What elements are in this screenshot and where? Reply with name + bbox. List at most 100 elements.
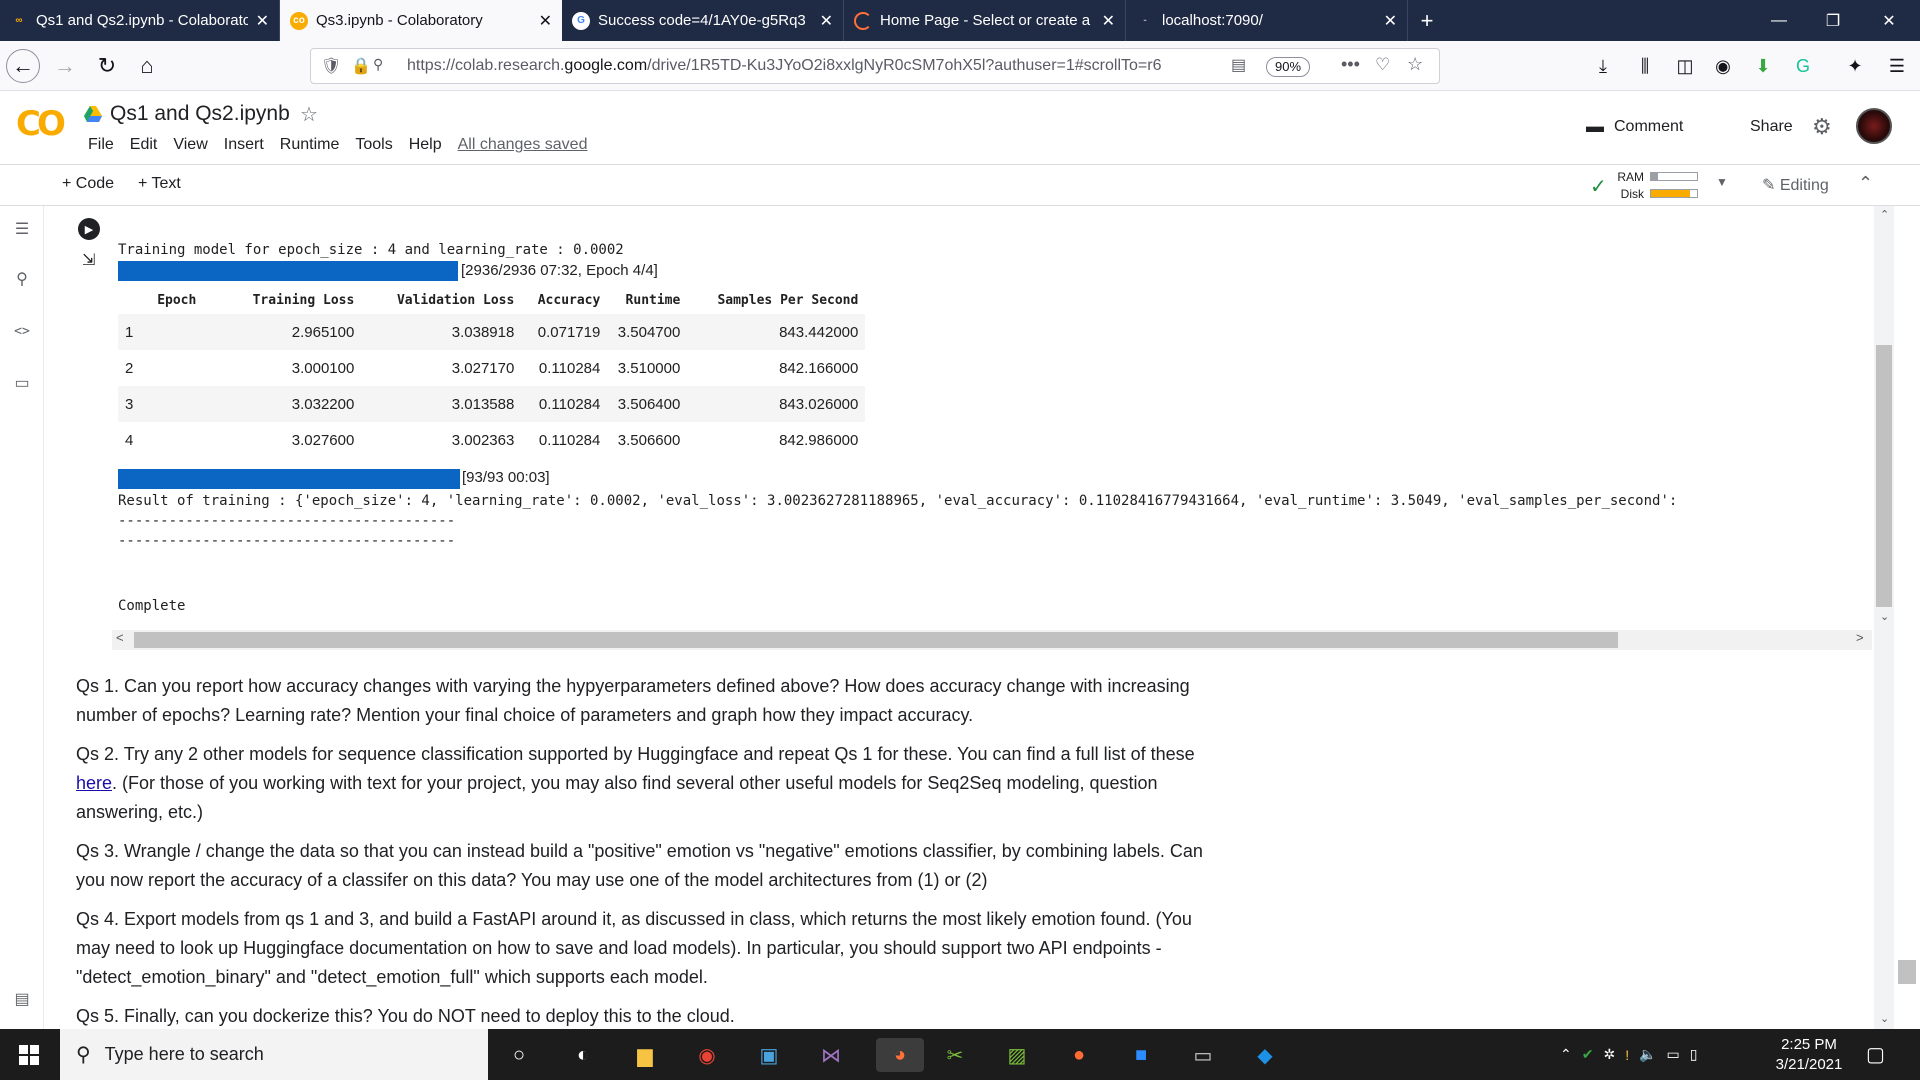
add-code-button[interactable]: + Code <box>62 175 114 193</box>
shield-icon[interactable]: 🛡 <box>321 56 341 76</box>
firefox-icon[interactable]: ◕ <box>876 1038 924 1072</box>
volume-icon[interactable]: 🔈 <box>1639 1046 1656 1063</box>
reader-view-icon[interactable]: ▤ <box>1231 55 1246 75</box>
folder-icon[interactable]: ▭ <box>11 372 33 394</box>
security-check-icon[interactable]: ✔ <box>1582 1046 1594 1063</box>
menu-tools[interactable]: Tools <box>347 136 400 154</box>
close-icon[interactable]: ✕ <box>256 11 269 31</box>
run-cell-button[interactable]: ▶ <box>78 218 100 240</box>
settings-tray-icon[interactable]: ✲ <box>1603 1046 1615 1063</box>
share-button[interactable]: Share <box>1750 118 1793 136</box>
grammarly-icon[interactable]: G <box>1788 51 1818 81</box>
tab-qs1-qs2[interactable]: ∞ Qs1 and Qs2.ipynb - Colaboratory ✕ <box>0 0 280 41</box>
snipping-tool-icon[interactable]: ✂ <box>938 1038 972 1072</box>
remote-desktop-icon[interactable]: ▣ <box>752 1038 786 1072</box>
zoom-icon[interactable]: ■ <box>1124 1038 1158 1072</box>
close-icon[interactable]: ✕ <box>539 11 552 31</box>
restore-icon[interactable]: ❐ <box>1810 0 1856 41</box>
tab-success-code[interactable]: G Success code=4/1AY0e-g5Rq3 ✕ <box>562 0 844 41</box>
menu-icon[interactable]: ☰ <box>1882 51 1912 81</box>
comment-button[interactable]: ▬ Comment <box>1586 116 1683 137</box>
tab-home-page[interactable]: Home Page - Select or create a ✕ <box>844 0 1126 41</box>
tab-localhost[interactable]: - localhost:7090/ ✕ <box>1126 0 1408 41</box>
menu-runtime[interactable]: Runtime <box>272 136 348 154</box>
network-icon[interactable]: ▭ <box>1667 1046 1680 1063</box>
colab-logo[interactable]: CO <box>16 104 66 144</box>
markdown-cell[interactable]: Qs 1. Can you report how accuracy change… <box>76 672 1216 1041</box>
models-list-link[interactable]: here <box>76 773 112 793</box>
window-close-icon[interactable]: ✕ <box>1866 0 1912 41</box>
terminal-app-icon[interactable]: ▭ <box>1186 1038 1220 1072</box>
notebook-title[interactable]: Qs1 and Qs2.ipynb <box>110 102 290 126</box>
chrome-icon[interactable]: ◉ <box>690 1038 724 1072</box>
table-of-contents-icon[interactable]: ☰ <box>11 218 33 240</box>
menu-view[interactable]: View <box>165 136 215 154</box>
extension-incognito-icon[interactable]: ◉ <box>1708 51 1738 81</box>
alert-icon[interactable]: ! <box>1625 1047 1629 1063</box>
avatar[interactable] <box>1856 108 1892 144</box>
permissions-icon[interactable]: ⚲ <box>373 56 383 73</box>
scrollbar-thumb[interactable] <box>1876 345 1892 607</box>
back-arrow-icon[interactable]: ← <box>6 49 40 83</box>
visual-studio-icon[interactable]: ⋈ <box>814 1038 848 1072</box>
address-bar[interactable]: 🛡 🔒 ⚲ https://colab.research.google.com/… <box>310 48 1440 84</box>
scroll-up-icon[interactable]: ⌃ <box>1880 208 1889 221</box>
notifications-icon[interactable]: ▢ <box>1866 1042 1885 1067</box>
close-icon[interactable]: ✕ <box>1102 11 1115 31</box>
zoom-level-badge[interactable]: 90% <box>1266 57 1311 77</box>
ram-bar <box>1650 172 1698 181</box>
lock-icon[interactable]: 🔒 <box>351 56 371 76</box>
docker-icon[interactable]: ◆ <box>1248 1038 1282 1072</box>
taskbar-search-input[interactable]: ⚲ Type here to search <box>60 1029 488 1080</box>
gear-icon[interactable]: ⚙ <box>1812 114 1832 140</box>
scroll-left-icon[interactable]: < <box>116 630 124 645</box>
sidebar-icon[interactable]: ◫ <box>1670 51 1700 81</box>
resources-indicator[interactable]: RAM Disk <box>1590 168 1698 202</box>
reload-icon[interactable]: ↻ <box>90 49 124 83</box>
drive-icon[interactable] <box>84 106 102 122</box>
chevron-down-icon[interactable]: ▼ <box>1716 175 1728 189</box>
menu-insert[interactable]: Insert <box>216 136 272 154</box>
extensions-icon[interactable]: ✦ <box>1840 51 1870 81</box>
terminal-icon[interactable]: ▤ <box>11 988 33 1010</box>
windows-start-icon[interactable] <box>0 1029 58 1080</box>
add-text-button[interactable]: + Text <box>138 175 181 193</box>
scrollbar-thumb[interactable] <box>134 632 1618 648</box>
postman-icon[interactable]: ● <box>1062 1038 1096 1072</box>
tab-qs3[interactable]: co Qs3.ipynb - Colaboratory ✕ <box>280 0 562 41</box>
scroll-down-icon[interactable]: ⌄ <box>1880 1012 1889 1025</box>
editing-button[interactable]: ✎ Editing <box>1762 175 1829 195</box>
menu-file[interactable]: File <box>80 136 122 154</box>
anaconda-icon[interactable]: ◐ <box>566 1038 600 1072</box>
cortana-icon[interactable]: ○ <box>502 1038 536 1072</box>
bookmark-star-icon[interactable]: ☆ <box>1407 54 1423 75</box>
battery-icon[interactable]: ▯ <box>1690 1046 1698 1063</box>
menu-help[interactable]: Help <box>401 136 450 154</box>
save-status[interactable]: All changes saved <box>458 136 588 154</box>
pocket-icon[interactable]: ♡ <box>1375 55 1390 75</box>
download-icon[interactable]: ⤓ <box>1588 51 1618 81</box>
menu-edit[interactable]: Edit <box>122 136 166 154</box>
chevron-up-icon[interactable]: ⌃ <box>1560 1046 1572 1063</box>
close-icon[interactable]: ✕ <box>1384 11 1397 31</box>
taskbar-clock[interactable]: 2:25 PM 3/21/2021 <box>1764 1035 1854 1075</box>
new-tab-button[interactable]: + <box>1404 0 1450 41</box>
output-icon[interactable]: ⇲ <box>82 250 95 270</box>
star-icon[interactable]: ☆ <box>300 102 318 127</box>
image-editor-icon[interactable]: ▨ <box>1000 1038 1034 1072</box>
url-text[interactable]: https://colab.research.google.com/drive/… <box>407 57 1227 75</box>
page-scrollbar-thumb[interactable] <box>1898 960 1916 984</box>
extension-arrow-icon[interactable]: ⬇ <box>1748 51 1778 81</box>
scroll-down-icon[interactable]: ⌄ <box>1880 610 1889 623</box>
close-icon[interactable]: ✕ <box>820 11 833 31</box>
chevron-up-icon[interactable]: ⌃ <box>1858 173 1873 194</box>
home-icon[interactable]: ⌂ <box>130 49 164 83</box>
file-explorer-icon[interactable]: ▆ <box>628 1038 662 1072</box>
scroll-right-icon[interactable]: > <box>1856 630 1864 645</box>
minimize-icon[interactable]: — <box>1756 0 1802 41</box>
more-actions-icon[interactable]: ••• <box>1341 54 1360 75</box>
code-snippets-icon[interactable]: <> <box>11 320 33 342</box>
forward-arrow-icon[interactable]: → <box>48 49 82 83</box>
search-icon[interactable]: ⚲ <box>11 268 33 290</box>
library-icon[interactable]: ⫼ <box>1630 51 1660 81</box>
